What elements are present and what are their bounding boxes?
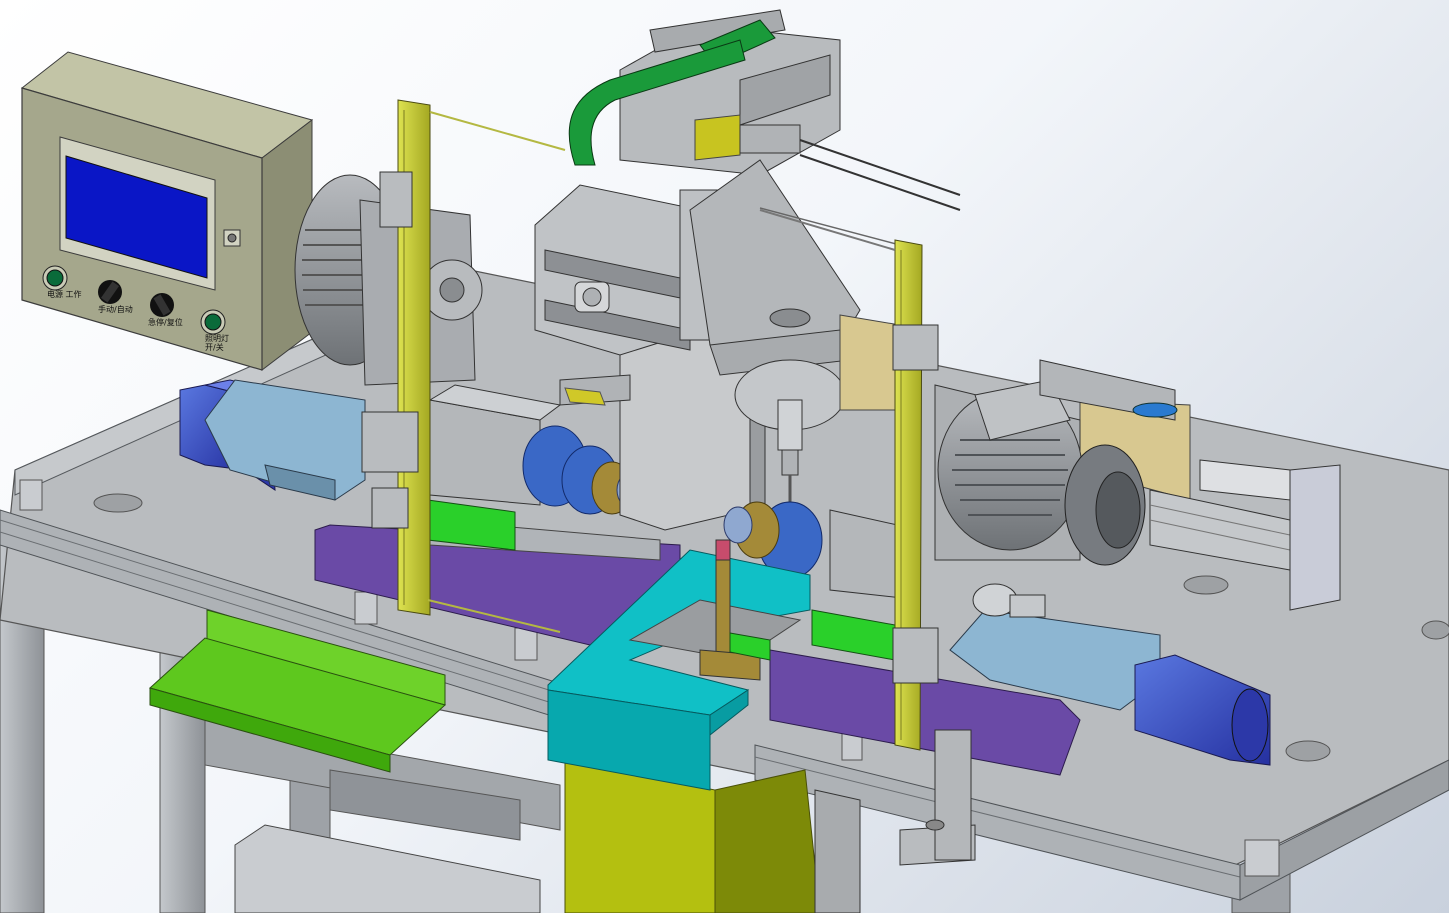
yellow-cylinder xyxy=(694,114,741,161)
selector-knob-icon[interactable] xyxy=(98,280,122,304)
cad-assembly-view: 电源 工作 手动/自动 急停/复位 照明灯 开/关 xyxy=(0,0,1449,913)
lower-drawer xyxy=(234,824,541,913)
light-button-icon[interactable] xyxy=(200,309,226,335)
knob1-label: 手动/自动 xyxy=(98,305,133,314)
machine-drawing xyxy=(0,9,1449,913)
power-button-icon[interactable] xyxy=(42,265,68,291)
emergency-knob-icon[interactable] xyxy=(150,293,174,317)
btn2-label: 照明灯 开/关 xyxy=(205,334,229,352)
knob2-label: 急停/复位 xyxy=(148,318,183,327)
btn1-label: 电源 工作 xyxy=(47,290,82,299)
tan-block xyxy=(839,314,901,411)
